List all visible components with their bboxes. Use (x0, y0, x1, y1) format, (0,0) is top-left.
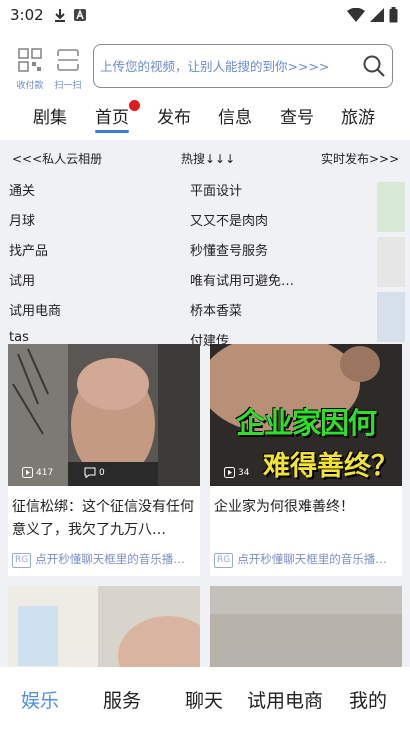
thumb-preview[interactable] (377, 292, 405, 342)
private-album-link[interactable]: <<<私人云相册 (12, 150, 102, 167)
play-count-icon (22, 467, 33, 478)
video-thumbnail[interactable]: 417 0 (8, 344, 200, 486)
hot-item[interactable]: 唯有试用可避免… (190, 270, 294, 289)
app-a-icon (73, 9, 86, 21)
tab-publish[interactable]: 发布 (157, 103, 191, 128)
hot-item[interactable]: 桥本香菜 (190, 300, 242, 319)
comments-stat: 0 (84, 467, 105, 478)
video-subtitle-text: 点开秒懂聊天框里的音乐播… (237, 552, 387, 566)
play-count-icon (224, 467, 235, 478)
thumb-preview[interactable] (377, 182, 405, 232)
hot-search-label: 热搜↓↓↓ (181, 152, 236, 166)
hot-row: 试用 唯有试用可避免… (0, 270, 380, 300)
video-title[interactable]: 企业家为何很难善终！ (214, 496, 398, 519)
hot-item[interactable]: tas (9, 330, 29, 345)
nav-chat[interactable]: 聊天 (185, 686, 223, 713)
notification-dot (129, 100, 140, 111)
hot-item[interactable]: 试用 (9, 270, 35, 289)
thumbnail-caption-1: 企业家因何 (235, 406, 377, 440)
video-subtitle: RG 点开秒懂聊天框里的音乐播… (12, 551, 196, 568)
video-thumbnail[interactable]: 企业家因何 难得善终？ 34 (210, 344, 402, 486)
content-area: <<<私人云相册 热搜↓↓↓ 实时发布>>> 通关 平面设计 月球 又又不是肉肉… (0, 140, 410, 667)
hot-row: 月球 又又不是肉肉 (0, 210, 380, 240)
status-time: 3:02 (10, 6, 44, 24)
top-tabs: 剧集 首页 发布 信息 查号 旅游 (0, 100, 410, 133)
hot-item[interactable]: 月球 (9, 210, 35, 229)
rg-badge: RG (12, 553, 32, 568)
collect-payment-button[interactable]: 收付款 (10, 48, 50, 91)
hot-item[interactable]: 试用电商 (9, 300, 61, 319)
likes-count: 34 (238, 467, 250, 478)
grid-icon (18, 48, 42, 72)
scan-label: 扫一扫 (54, 81, 82, 91)
hot-search-list: 通关 平面设计 月球 又又不是肉肉 找产品 秒懂查号服务 试用 唯有试用可避免…… (0, 176, 410, 346)
signal-icon (370, 8, 384, 22)
tab-travel[interactable]: 旅游 (341, 103, 375, 128)
status-bar: 3:02 (0, 0, 410, 30)
top-links: <<<私人云相册 热搜↓↓↓ 实时发布>>> (0, 150, 410, 170)
video-card[interactable]: 417 0 征信松绑：这个征信没有任何意义了，我欠了九万八… RG 点开秒懂聊天框… (8, 344, 200, 576)
collect-payment-label: 收付款 (16, 81, 44, 91)
video-thumbnail-image (210, 586, 402, 667)
battery-icon (389, 7, 398, 23)
video-thumbnail[interactable] (8, 586, 200, 667)
search-input[interactable] (100, 58, 362, 74)
bottom-nav: 娱乐 服务 聊天 试用电商 我的 (0, 667, 410, 730)
nav-services[interactable]: 服务 (103, 686, 141, 713)
realtime-publish-link[interactable]: 实时发布>>> (321, 150, 399, 167)
search-box (93, 44, 393, 88)
download-icon (54, 9, 65, 22)
video-thumbnail[interactable] (210, 586, 402, 667)
likes-count: 417 (36, 467, 54, 478)
wifi-icon (347, 8, 365, 22)
nav-entertainment[interactable]: 娱乐 (21, 686, 59, 713)
header: 收付款 扫一扫 (0, 40, 410, 95)
hot-item[interactable]: 秒懂查号服务 (190, 240, 268, 259)
video-thumbnail-image (8, 344, 200, 486)
hot-row: 通关 平面设计 (0, 180, 380, 210)
nav-me[interactable]: 我的 (349, 686, 387, 713)
tab-series[interactable]: 剧集 (33, 103, 67, 128)
video-card[interactable]: 企业家因何 难得善终？ 34 企业家为何很难善终！ RG 点开秒懂聊天框里的音乐播… (210, 344, 402, 576)
tab-lookup[interactable]: 查号 (280, 103, 314, 128)
hot-row: 试用电商 桥本香菜 (0, 300, 380, 330)
video-subtitle-text: 点开秒懂聊天框里的音乐播… (35, 552, 185, 566)
tab-messages[interactable]: 信息 (218, 103, 252, 128)
tab-home[interactable]: 首页 (95, 103, 129, 133)
scan-button[interactable]: 扫一扫 (48, 48, 88, 91)
scan-icon (57, 49, 79, 71)
thumb-preview[interactable] (377, 237, 405, 287)
video-card[interactable] (210, 586, 402, 667)
hot-item[interactable]: 平面设计 (190, 180, 242, 199)
hot-item[interactable]: 又又不是肉肉 (190, 210, 268, 229)
video-subtitle: RG 点开秒懂聊天框里的音乐播… (214, 551, 398, 568)
hot-item[interactable]: 通关 (9, 180, 35, 199)
comment-icon (84, 467, 96, 478)
nav-trial-ecommerce[interactable]: 试用电商 (247, 686, 323, 713)
rg-badge: RG (214, 553, 234, 568)
search-icon[interactable] (362, 54, 386, 78)
comments-count: 0 (99, 467, 105, 478)
video-title[interactable]: 征信松绑：这个征信没有任何意义了，我欠了九万八… (12, 496, 196, 542)
video-thumbnail-image (8, 586, 200, 667)
likes-stat: 34 (224, 467, 249, 478)
hot-item[interactable]: 找产品 (9, 240, 48, 259)
likes-stat: 417 (22, 467, 53, 478)
hot-row: 找产品 秒懂查号服务 (0, 240, 380, 270)
video-card[interactable] (8, 586, 200, 667)
